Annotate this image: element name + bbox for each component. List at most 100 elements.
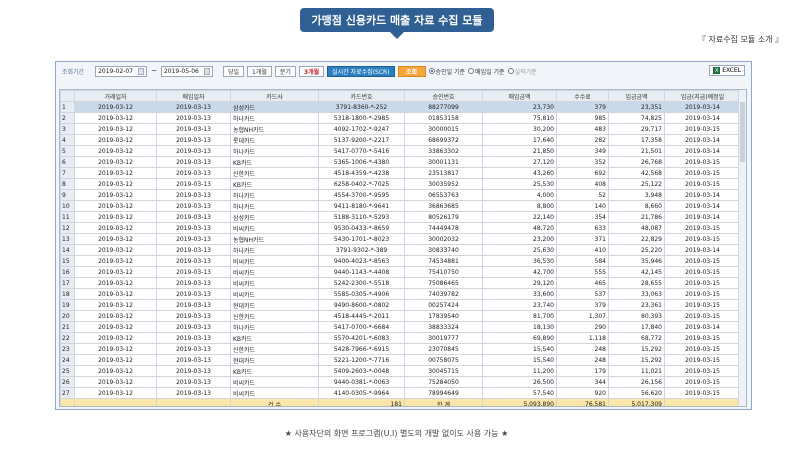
table-cell: 2019-03-13 — [156, 266, 231, 278]
table-cell: 408 — [556, 178, 609, 190]
table-row[interactable]: 19 2019-03-12 2019-03-13 현대카드 9490-8600-*-08… — [60, 299, 741, 311]
table-row[interactable]: 20 2019-03-12 2019-03-13 신한카드 4518-4445-*-20… — [60, 310, 741, 322]
table-row[interactable]: 18 2019-03-12 2019-03-13 비씨카드 5585-0305-*-49… — [60, 288, 741, 300]
table-cell: 신한카드 — [230, 310, 319, 322]
range-separator: ~ — [151, 67, 157, 75]
table-cell: 2019-03-13 — [156, 321, 231, 333]
radio-paid-basis[interactable]: 실적기준 — [507, 67, 537, 76]
row-number: 18 — [60, 288, 75, 300]
table-cell: 27,120 — [482, 156, 557, 168]
calendar-icon[interactable] — [138, 67, 145, 75]
table-row[interactable]: 11 2019-03-12 2019-03-13 삼성카드 5188-3110-*-52… — [60, 211, 741, 223]
table-cell: 2019-03-13 — [156, 255, 231, 267]
table-cell: 2019-03-13 — [156, 310, 231, 322]
table-cell: 하나카드 — [230, 189, 319, 201]
table-row[interactable]: 5 2019-03-12 2019-03-13 하나카드 5417-0770-*-541… — [60, 145, 741, 157]
table-row[interactable]: 1 2019-03-12 2019-03-13 삼성카드 3791-8360-*-252… — [60, 101, 741, 113]
table-cell: 18,130 — [482, 321, 557, 333]
column-header[interactable]: 카드사 — [230, 90, 319, 102]
table-cell: 8,660 — [608, 200, 665, 212]
column-header[interactable]: 수수료 — [556, 90, 609, 102]
table-cell: 2019-03-15 — [664, 123, 741, 135]
table-row[interactable]: 12 2019-03-12 2019-03-13 비씨카드 9530-0433-*-86… — [60, 222, 741, 234]
table-row[interactable]: 22 2019-03-12 2019-03-13 KB카드 5570-4201-*-60… — [60, 332, 741, 344]
table-row[interactable]: 23 2019-03-12 2019-03-13 신한카드 5428-7966-*-69… — [60, 343, 741, 355]
table-cell: 349 — [556, 145, 609, 157]
table-row[interactable]: 3 2019-03-12 2019-03-13 농협NH카드 4092-1702-*-9… — [60, 123, 741, 135]
table-row[interactable]: 26 2019-03-12 2019-03-13 비씨카드 9440-0381-*-00… — [60, 376, 741, 388]
table-cell: 4140-0305-*-9964 — [318, 387, 405, 399]
banner-pointer — [390, 32, 404, 39]
table-cell: 2019-03-14 — [664, 211, 741, 223]
table-cell: 17,358 — [608, 134, 665, 146]
table-row[interactable]: 21 2019-03-12 2019-03-13 하나카드 5417-0700-*-66… — [60, 321, 741, 333]
table-row[interactable]: 17 2019-03-12 2019-03-13 비씨카드 5242-2300-*-55… — [60, 277, 741, 289]
row-number: 12 — [60, 222, 75, 234]
table-cell: 비씨카드 — [230, 288, 319, 300]
table-cell: 5137-9200-*-2217 — [318, 134, 405, 146]
table-cell: 692 — [556, 167, 609, 179]
calendar-icon[interactable] — [203, 67, 210, 75]
table-row[interactable]: 27 2019-03-12 2019-03-13 비씨카드 4140-0305-*-99… — [60, 387, 741, 399]
search-button[interactable]: 조회 — [397, 65, 426, 77]
table-cell: 2019-03-12 — [74, 233, 157, 245]
column-header[interactable]: 카드번호 — [318, 90, 405, 102]
table-row[interactable]: 4 2019-03-12 2019-03-13 롯데카드 5137-9200-*-221… — [60, 134, 741, 146]
table-cell: 2019-03-12 — [74, 211, 157, 223]
date-from-field[interactable]: 2019-02-07 — [95, 65, 148, 77]
table-row[interactable]: 7 2019-03-12 2019-03-13 신한카드 4518-4359-*-423… — [60, 167, 741, 179]
table-cell: 78994649 — [404, 387, 483, 399]
table-cell: 2019-03-12 — [74, 178, 157, 190]
table-row[interactable]: 2 2019-03-12 2019-03-13 하나카드 5318-1800-*-298… — [60, 112, 741, 124]
table-cell: 74,825 — [608, 112, 665, 124]
table-row[interactable]: 6 2019-03-12 2019-03-13 KB카드 5365-1006-*-438… — [60, 156, 741, 168]
table-row[interactable]: 8 2019-03-12 2019-03-13 KB카드 6258-0402-*-702… — [60, 178, 741, 190]
table-cell: 2019-03-13 — [156, 332, 231, 344]
table-row[interactable]: 24 2019-03-12 2019-03-13 현대카드 5221-1200-*-77… — [60, 354, 741, 366]
today-button[interactable]: 당일 — [222, 65, 245, 77]
date-to-field[interactable]: 2019-05-06 — [160, 65, 213, 77]
table-cell: 2019-03-15 — [664, 255, 741, 267]
table-cell: 하나카드 — [230, 244, 319, 256]
table-cell: 2019-03-14 — [664, 200, 741, 212]
column-header[interactable]: 승인번호 — [404, 90, 483, 102]
table-cell: 43,260 — [482, 167, 557, 179]
one-month-button[interactable]: 1개월 — [247, 65, 272, 77]
table-cell: 2019-03-13 — [156, 167, 231, 179]
column-header[interactable]: 매입금액 — [482, 90, 557, 102]
radio-approve-date[interactable]: 승인일 기준 — [428, 67, 465, 76]
column-header[interactable]: 매입일자 — [156, 90, 231, 102]
table-cell: 2019-03-12 — [74, 332, 157, 344]
vertical-scrollbar[interactable] — [738, 90, 746, 406]
table-cell: 30,200 — [482, 123, 557, 135]
table-cell: KB카드 — [230, 178, 319, 190]
quarter-button[interactable]: 분기 — [274, 65, 296, 77]
table-cell: 2019-03-13 — [156, 134, 231, 146]
table-row[interactable]: 16 2019-03-12 2019-03-13 비씨카드 9440-1143-*-44… — [60, 266, 741, 278]
table-row[interactable]: 14 2019-03-12 2019-03-13 하나카드 3791-9302-*-38… — [60, 244, 741, 256]
realtime-collect-button[interactable]: 실시간 자료수집(SCR) — [327, 65, 395, 77]
table-cell: 290 — [556, 321, 609, 333]
radio-sales-date[interactable]: 매입일 기준 — [468, 67, 505, 76]
row-number: 13 — [60, 233, 75, 245]
table-row[interactable]: 9 2019-03-12 2019-03-13 하나카드 4554-3700-*-959… — [60, 189, 741, 201]
table-cell: 465 — [556, 277, 609, 289]
table-cell: 633 — [556, 222, 609, 234]
table-row[interactable]: 25 2019-03-12 2019-03-13 KB카드 5409-2603-*-00… — [60, 365, 741, 377]
table-row[interactable]: 10 2019-03-12 2019-03-13 하나카드 9411-8180-*-96… — [60, 200, 741, 212]
table-cell: 신한카드 — [230, 343, 319, 355]
excel-export-button[interactable]: X EXCEL — [709, 65, 745, 76]
column-header[interactable]: 거래일자 — [74, 90, 157, 102]
column-header[interactable]: 입금금액 — [608, 90, 665, 102]
table-cell: 985 — [556, 112, 609, 124]
scroll-thumb[interactable] — [740, 102, 745, 162]
table-row[interactable]: 13 2019-03-12 2019-03-13 농협NH카드 5430-1701-*-… — [60, 233, 741, 245]
table-cell: 25,630 — [482, 244, 557, 256]
table-cell: 2019-03-15 — [664, 266, 741, 278]
row-number: 20 — [60, 310, 75, 322]
table-row[interactable]: 15 2019-03-12 2019-03-13 비씨카드 9400-4023-*-85… — [60, 255, 741, 267]
column-header[interactable]: 입금(지급)예정일 — [664, 90, 741, 102]
three-month-button[interactable]: 3개월 — [298, 65, 325, 77]
table-cell: 2019-03-15 — [664, 332, 741, 344]
table-cell: 2019-03-13 — [156, 343, 231, 355]
